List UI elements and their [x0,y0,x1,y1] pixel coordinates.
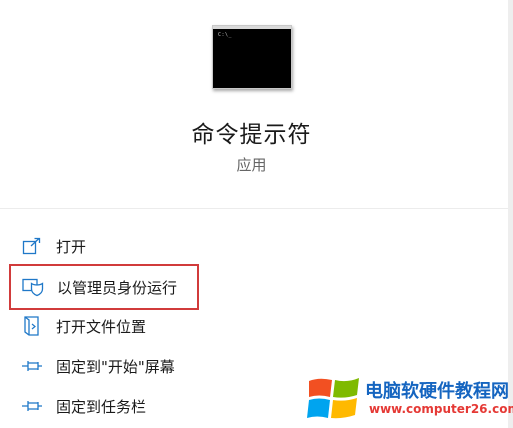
run-as-admin-label: 以管理员身份运行 [57,278,178,297]
site-watermark: 电脑软硬件教程网 www.computer26.com [307,375,513,423]
watermark-title: 电脑软硬件教程网 [365,381,509,402]
divider [0,208,508,209]
icon-titlebar [213,26,291,29]
open-file-location-label: 打开文件位置 [56,317,147,336]
app-type-label: 应用 [236,156,267,174]
icon-prompt-text: C:\_ [218,32,233,38]
watermark-url: www.computer26.com [369,402,513,416]
pin-to-taskbar-action[interactable]: 固定到任务栏 [10,386,198,426]
shield-icon [21,275,45,299]
windows-logo-icon [307,378,359,419]
pin-to-start-label: 固定到"开始"屏幕 [56,357,175,376]
open-file-location-action[interactable]: 打开文件位置 [10,306,198,346]
pin-to-taskbar-label: 固定到任务栏 [56,397,147,416]
open-action-label: 打开 [56,237,87,256]
folder-icon [20,314,44,338]
pin-icon [20,394,44,418]
pin-icon [20,354,44,378]
scrollbar-track[interactable] [508,0,513,428]
app-title: 命令提示符 [191,122,312,148]
open-action[interactable]: 打开 [10,226,198,266]
open-icon [20,234,44,258]
run-as-admin-action[interactable]: 以管理员身份运行 [9,264,199,310]
start-menu-app-panel: C:\_ 命令提示符 应用 打开 以管理员身份运行 打开文件位置 固定到"开始"… [0,0,513,428]
pin-to-start-action[interactable]: 固定到"开始"屏幕 [10,346,198,386]
cmd-window-icon: C:\_ [212,25,292,89]
